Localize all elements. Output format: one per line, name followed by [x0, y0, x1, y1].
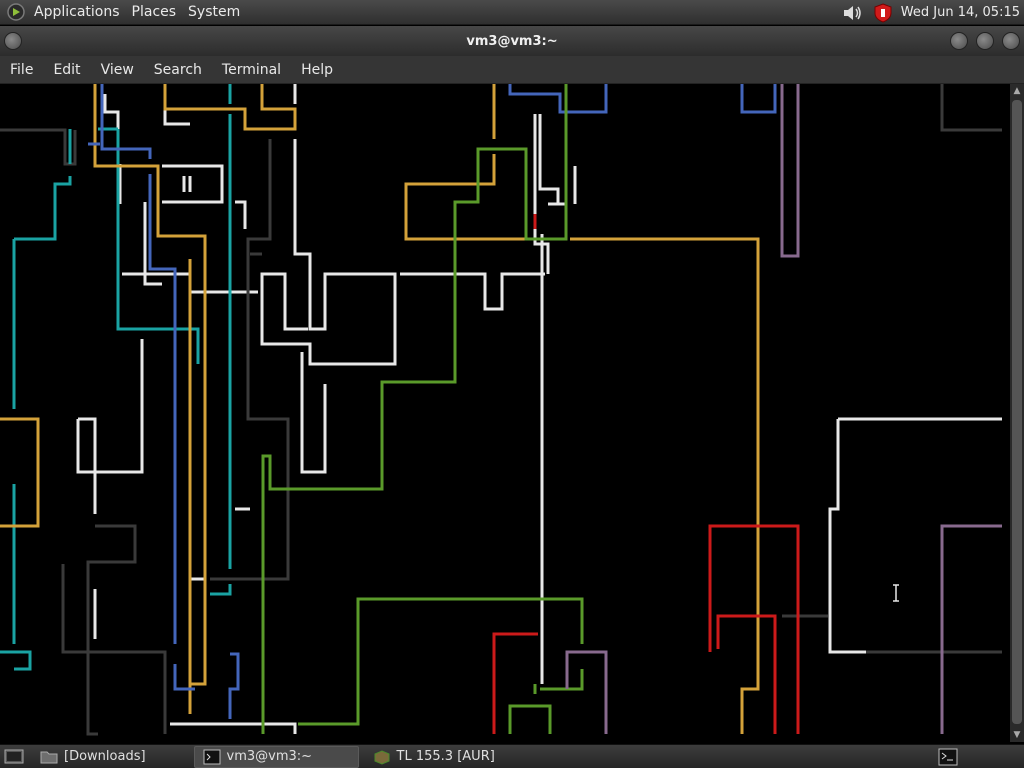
ibeam-cursor-icon — [893, 584, 899, 602]
menu-applications[interactable]: Applications — [28, 0, 126, 25]
minimize-button[interactable] — [950, 32, 968, 50]
task-package[interactable]: TL 155.3 [AUR] — [365, 746, 503, 768]
window-titlebar[interactable]: vm3@vm3:~ — [0, 26, 1024, 56]
task-downloads[interactable]: [Downloads] — [32, 746, 154, 768]
close-button[interactable] — [1002, 32, 1020, 50]
task-label: TL 155.3 [AUR] — [396, 749, 495, 764]
pipes-teal — [0, 84, 232, 671]
window-title: vm3@vm3:~ — [466, 33, 558, 49]
pipes-yellow — [0, 84, 760, 734]
clock[interactable]: Wed Jun 14, 05:15 — [901, 5, 1020, 20]
volume-icon[interactable] — [841, 3, 865, 23]
folder-icon — [40, 751, 58, 763]
pipes-white — [76, 84, 1002, 734]
apps-logo-icon[interactable] — [6, 2, 26, 22]
menu-terminal[interactable]: Terminal — [212, 62, 291, 78]
menu-system[interactable]: System — [182, 0, 246, 25]
terminal-icon — [203, 749, 221, 764]
menu-search[interactable]: Search — [144, 62, 212, 78]
pipes-drawing — [0, 84, 1002, 736]
maximize-button[interactable] — [976, 32, 994, 50]
menu-edit[interactable]: Edit — [43, 62, 90, 78]
task-label: [Downloads] — [64, 749, 146, 764]
pipes-red — [492, 214, 800, 734]
scroll-down-icon[interactable]: ▼ — [1012, 730, 1022, 740]
menu-places[interactable]: Places — [126, 0, 183, 25]
shield-icon[interactable] — [873, 2, 893, 23]
pipes-purple — [565, 84, 1002, 734]
menubar: File Edit View Search Terminal Help — [0, 56, 1024, 84]
top-panel: Applications Places System Wed Jun 14, 0… — [0, 0, 1024, 25]
scroll-up-icon[interactable]: ▲ — [1012, 86, 1022, 96]
task-terminal[interactable]: vm3@vm3:~ — [193, 745, 359, 768]
terminal-applet-icon[interactable] — [938, 748, 958, 766]
window-menu-button[interactable] — [4, 32, 22, 50]
panel-tray: Wed Jun 14, 05:15 — [841, 0, 1020, 25]
menu-file[interactable]: File — [0, 62, 43, 78]
task-label: vm3@vm3:~ — [226, 749, 313, 764]
taskbar: [Downloads] vm3@vm3:~ TL 155.3 [AUR] — [0, 744, 1024, 768]
show-desktop-icon[interactable] — [4, 748, 26, 766]
menu-view[interactable]: View — [91, 62, 144, 78]
menu-help[interactable]: Help — [291, 62, 343, 78]
package-icon — [374, 749, 390, 765]
panel-menu: Applications Places System — [0, 0, 246, 25]
scrollbar-thumb[interactable] — [1012, 100, 1022, 724]
terminal-scrollbar[interactable]: ▲ ▼ — [1010, 84, 1024, 742]
terminal-output[interactable] — [0, 84, 1010, 742]
